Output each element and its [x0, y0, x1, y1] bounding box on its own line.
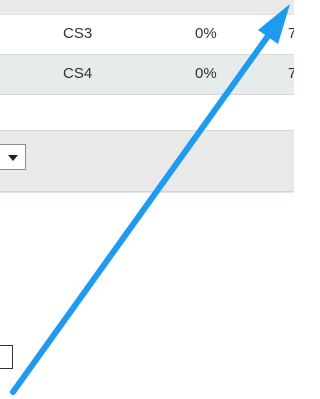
- arrow-up-right-icon: [10, 4, 290, 395]
- screenshot-frame: CS3 0% 7 CS4 0% 7: [0, 0, 294, 399]
